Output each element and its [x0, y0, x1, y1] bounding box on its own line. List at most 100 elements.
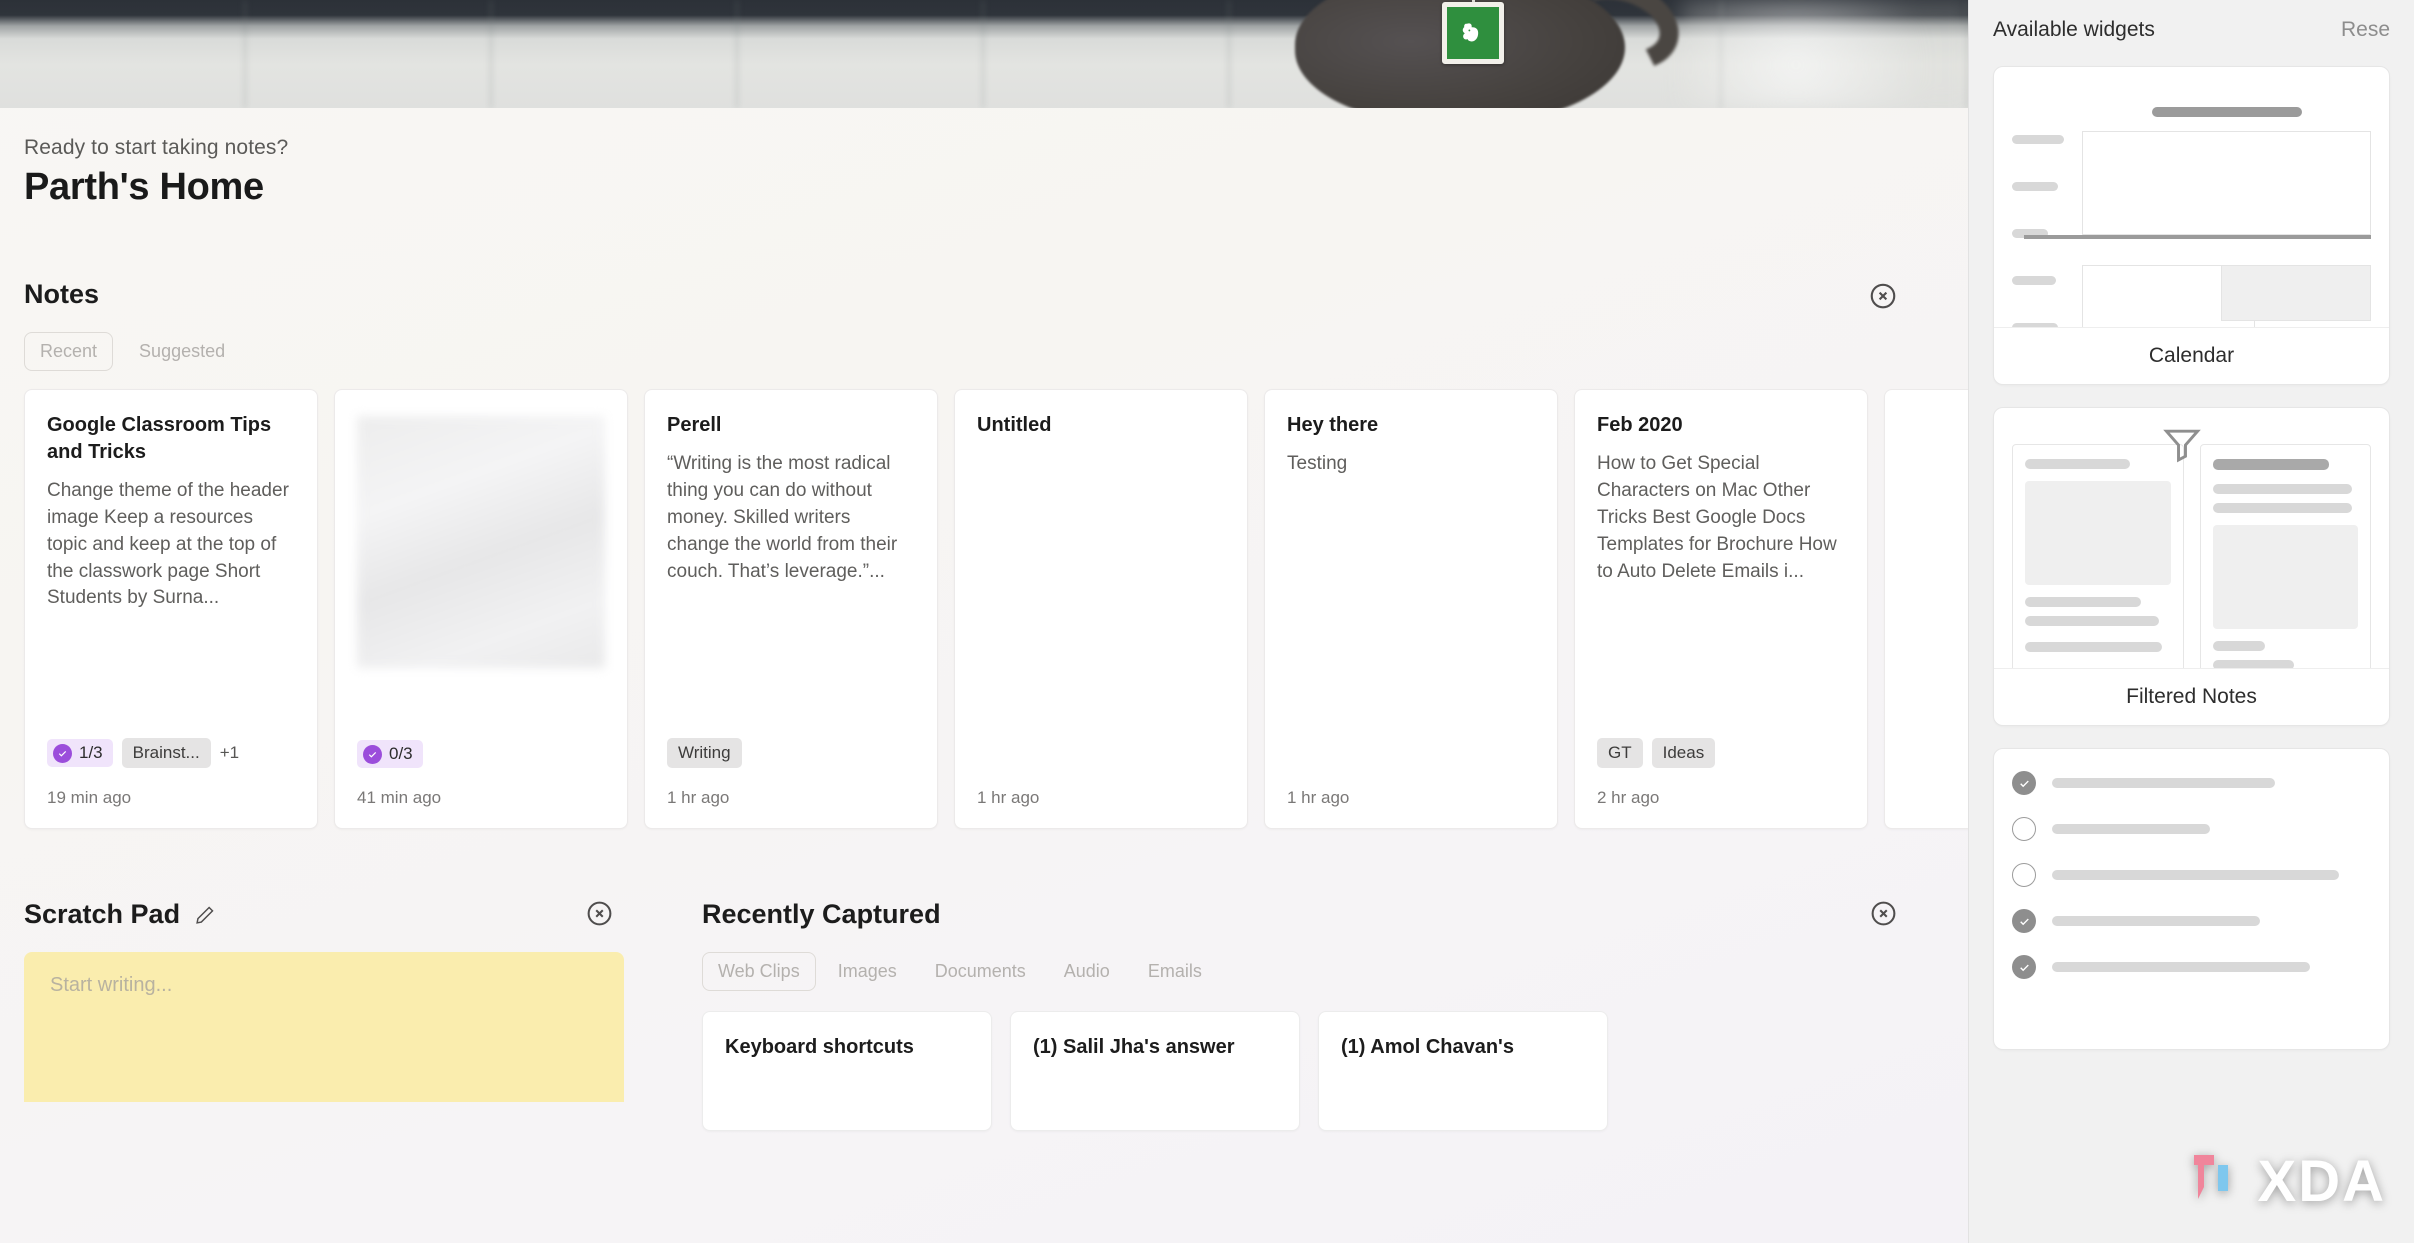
note-snippet: How to Get Special Characters on Mac Oth… [1597, 452, 1837, 582]
sidebar-title: Available widgets [1993, 18, 2155, 41]
note-timestamp: 41 min ago [357, 788, 442, 807]
captured-card[interactable]: Keyboard shortcuts [702, 1011, 992, 1131]
scratch-pad-input[interactable]: Start writing... [24, 952, 624, 1102]
skeleton-bar [2052, 824, 2210, 834]
greeting-subtitle: Ready to start taking notes? [24, 136, 289, 159]
bottom-row: Scratch Pad Start writing... Recently Ca… [0, 899, 1968, 1131]
tag-chip[interactable]: Brainst... [121, 738, 211, 768]
widget-filtered-notes[interactable]: Filtered Notes [1993, 407, 2390, 726]
checkbox-unchecked-icon [2012, 863, 2036, 887]
funnel-icon [2160, 422, 2204, 466]
note-card[interactable]: Untitled 1 hr ago [954, 389, 1248, 829]
task-progress-badge[interactable]: 1/3 [47, 739, 113, 767]
tag-chip[interactable]: Ideas [1651, 738, 1716, 768]
note-timestamp: 1 hr ago [977, 788, 1040, 807]
check-circle-icon [53, 743, 72, 763]
note-card[interactable]: Hey there Testing 1 hr ago [1264, 389, 1558, 829]
note-timestamp: 1 hr ago [1287, 788, 1350, 807]
skeleton-bar [2025, 459, 2130, 469]
banner-bokeh [1680, 0, 1968, 108]
calendar-preview [1994, 67, 2389, 327]
note-badges: 0/3 [357, 740, 605, 768]
close-circle-icon-recently-captured[interactable] [1869, 899, 1898, 933]
tag-overflow-count[interactable]: +1 [220, 743, 239, 763]
main-content: Ready to start taking notes? Parth's Hom… [0, 0, 1968, 1243]
note-timestamp: 19 min ago [47, 788, 132, 807]
widget-tasks[interactable] [1993, 748, 2390, 1050]
tab-emails[interactable]: Emails [1132, 952, 1218, 991]
task-progress-badge[interactable]: 0/3 [357, 740, 423, 768]
calendar-event-block [2220, 265, 2371, 321]
note-timestamp: 2 hr ago [1597, 788, 1660, 807]
note-title: Untitled [977, 414, 1052, 436]
skeleton-bar [2025, 616, 2159, 626]
reset-button[interactable]: Rese [2341, 18, 2390, 42]
skeleton-bar [2152, 107, 2302, 117]
widget-label: Filtered Notes [1994, 668, 2389, 725]
close-circle-icon-notes[interactable] [1868, 281, 1898, 311]
note-card[interactable] [1884, 389, 1968, 829]
tab-audio[interactable]: Audio [1048, 952, 1126, 991]
skeleton-bar [2012, 276, 2056, 285]
calendar-grid [2012, 131, 2371, 327]
note-card[interactable]: Google Classroom Tips and Tricks Change … [24, 389, 318, 829]
skeleton-block [2025, 481, 2171, 585]
skeleton-bar [2012, 135, 2064, 144]
tab-recent[interactable]: Recent [24, 332, 114, 371]
pencil-icon[interactable] [194, 904, 216, 926]
recently-captured-section: Recently Captured Web Clips Images Docum… [624, 899, 1968, 1131]
header-banner-image [0, 0, 1968, 108]
xda-watermark-logo: XDA [2188, 1151, 2386, 1213]
note-snippet: Change theme of the header image Keep a … [47, 479, 289, 609]
notes-cards-row: Google Classroom Tips and Tricks Change … [24, 389, 1968, 829]
captured-card-title: (1) Amol Chavan's [1341, 1036, 1514, 1058]
skeleton-block [2212, 525, 2358, 629]
note-thumbnail-image [357, 416, 605, 668]
note-title: Perell [667, 414, 722, 436]
widget-label: Calendar [1994, 327, 2389, 384]
note-card[interactable]: Feb 2020 How to Get Special Characters o… [1574, 389, 1868, 829]
widget-calendar[interactable]: Calendar [1993, 66, 2390, 385]
note-snippet: “Writing is the most radical thing you c… [667, 452, 898, 582]
skeleton-bar [2212, 660, 2294, 668]
tag-chip[interactable]: Writing [667, 738, 742, 768]
skeleton-bar [2052, 778, 2275, 788]
skeleton-bar [2212, 484, 2353, 494]
task-preview-row [2012, 955, 2371, 979]
tab-images[interactable]: Images [822, 952, 913, 991]
note-card[interactable]: Perell “Writing is the most radical thin… [644, 389, 938, 829]
app-root: Ready to start taking notes? Parth's Hom… [0, 0, 2414, 1243]
filtered-note-preview-card [2012, 444, 2184, 668]
filtered-note-preview-card [2199, 444, 2371, 668]
task-preview-row [2012, 909, 2371, 933]
task-preview-row [2012, 817, 2371, 841]
captured-card[interactable]: (1) Salil Jha's answer [1010, 1011, 1300, 1131]
close-circle-icon-scratch-pad[interactable] [585, 899, 614, 933]
checkbox-checked-icon [2012, 955, 2036, 979]
note-badges: GT Ideas [1597, 738, 1845, 768]
recently-captured-title: Recently Captured [702, 899, 941, 929]
watermark-text: XDA [2257, 1149, 2386, 1214]
skeleton-bar [2012, 182, 2058, 191]
note-badges: Writing [667, 738, 915, 768]
captured-card-title: (1) Salil Jha's answer [1033, 1036, 1235, 1058]
tag-chip[interactable]: GT [1597, 738, 1643, 768]
checkbox-checked-icon [2012, 909, 2036, 933]
checkbox-checked-icon [2012, 771, 2036, 795]
note-badges: 1/3 Brainst... +1 [47, 738, 295, 768]
notes-tabs: Recent Suggested [24, 332, 1968, 371]
notes-section: Notes Recent Suggested Google Classroom … [0, 279, 1968, 829]
captured-card[interactable]: (1) Amol Chavan's [1318, 1011, 1608, 1131]
recently-captured-header: Recently Captured [702, 899, 1968, 930]
task-progress-label: 0/3 [389, 744, 413, 763]
tab-suggested[interactable]: Suggested [123, 332, 241, 371]
note-card[interactable]: 0/3 41 min ago [334, 389, 628, 829]
evernote-elephant-icon [1442, 2, 1504, 64]
note-title: Feb 2020 [1597, 414, 1683, 436]
notes-section-title: Notes [24, 279, 100, 309]
filtered-notes-preview [1994, 408, 2389, 668]
page-title: Parth's Home [24, 166, 264, 208]
tab-web-clips[interactable]: Web Clips [702, 952, 816, 991]
tab-documents[interactable]: Documents [919, 952, 1042, 991]
scratch-pad-title: Scratch Pad [24, 899, 181, 929]
